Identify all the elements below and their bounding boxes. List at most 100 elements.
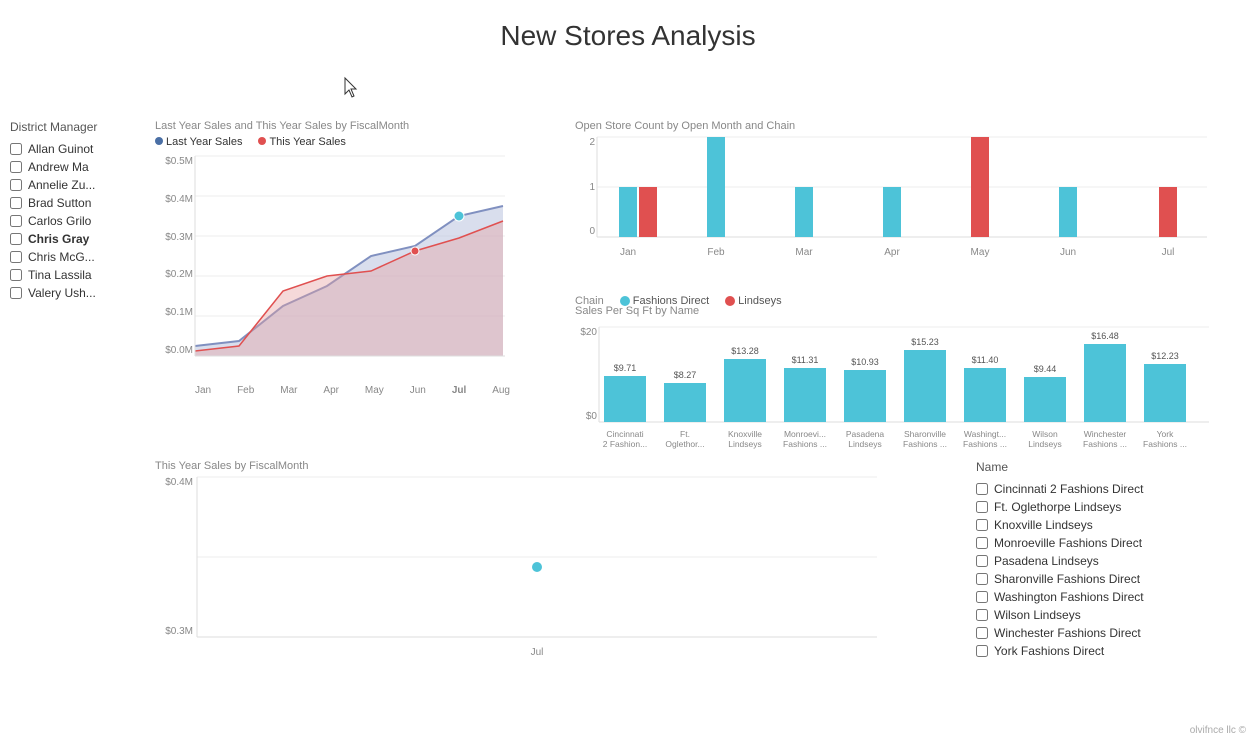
salesperft-ylabels: $20 $0 [575,327,597,422]
svg-text:$11.40: $11.40 [972,355,999,365]
svg-text:Apr: Apr [884,247,900,258]
chart-openstore: Open Store Count by Open Month and Chain… [575,120,1235,290]
svg-text:Fashions ...: Fashions ... [1143,439,1187,449]
sidebar-item-0[interactable]: Allan Guinot [10,142,160,156]
svg-text:Fashions ...: Fashions ... [783,439,827,449]
svg-text:Monroevi...: Monroevi... [784,429,826,439]
chart-salesperft-title: Sales Per Sq Ft by Name [575,305,1235,317]
chart-topleft-area: $0.5M $0.4M $0.3M $0.2M $0.1M $0.0M Jan … [155,156,555,396]
sidebar-item-4[interactable]: Carlos Grilo [10,214,160,228]
svg-text:$10.93: $10.93 [851,357,879,367]
bottom-ylabels: $0.4M $0.3M [155,477,193,637]
salesperft-svg: $9.71 Cincinnati 2 Fashion... $8.27 Ft. … [599,327,1229,457]
name-legend-item-6[interactable]: Washington Fashions Direct [976,590,1236,604]
name-legend-checkbox-6[interactable] [976,591,988,603]
name-legend-label-5: Sharonville Fashions Direct [994,572,1140,586]
sidebar-checkbox-4[interactable] [10,215,22,227]
sidebar-label-0: Allan Guinot [28,142,93,156]
cursor-icon [345,78,361,98]
y-label: $0.1M [155,307,193,318]
svg-text:Washingt...: Washingt... [964,429,1006,439]
name-legend-item-4[interactable]: Pasadena Lindseys [976,554,1236,568]
name-legend-checkbox-5[interactable] [976,573,988,585]
svg-text:Fashions ...: Fashions ... [963,439,1007,449]
sidebar-item-5[interactable]: Chris Gray [10,232,160,246]
svg-text:$8.27: $8.27 [674,370,697,380]
name-legend-label-1: Ft. Oglethorpe Lindseys [994,500,1121,514]
svg-text:Jul: Jul [531,647,544,658]
svg-text:$12.23: $12.23 [1151,351,1179,361]
sidebar-label-1: Andrew Ma [28,160,89,174]
name-legend-checkbox-9[interactable] [976,645,988,657]
page: New Stores Analysis District Manager All… [0,0,1256,738]
svg-text:Wilson: Wilson [1032,429,1058,439]
sidebar-label-3: Brad Sutton [28,196,91,210]
name-legend-checkbox-0[interactable] [976,483,988,495]
name-legend-item-9[interactable]: York Fashions Direct [976,644,1236,658]
footer-text: olvifnce llc © [1190,725,1246,736]
legend-thisyear: This Year Sales [258,136,345,148]
name-legend-checkbox-1[interactable] [976,501,988,513]
name-legend-item-3[interactable]: Monroeville Fashions Direct [976,536,1236,550]
chart-topleft-ylabels: $0.5M $0.4M $0.3M $0.2M $0.1M $0.0M [155,156,193,356]
svg-text:Mar: Mar [795,247,813,258]
sidebar-items: Allan Guinot Andrew Ma Annelie Zu... Brad S… [10,142,160,300]
name-legend-checkbox-7[interactable] [976,609,988,621]
sidebar-checkbox-2[interactable] [10,179,22,191]
sidebar-label-4: Carlos Grilo [28,214,91,228]
name-legend-item-8[interactable]: Winchester Fashions Direct [976,626,1236,640]
svg-text:Ft.: Ft. [680,429,690,439]
openstore-svg: Jan Feb Mar Apr May Jun Jul [597,137,1227,267]
sidebar-item-3[interactable]: Brad Sutton [10,196,160,210]
chart-topleft-xlabels: Jan Feb Mar Apr May Jun Jul Aug [195,385,510,396]
sidebar-item-6[interactable]: Chris McG... [10,250,160,264]
svg-text:May: May [971,247,990,258]
name-legend-title: Name [976,460,1236,474]
y-label: $0.0M [155,345,193,356]
salesperft-area: $20 $0 $9.71 Cincinnati 2 Fashion... $8.… [575,327,1235,457]
svg-text:Winchester: Winchester [1084,429,1127,439]
sidebar-label-8: Valery Ush... [28,286,96,300]
chart-topleft-svg [195,156,555,386]
name-legend-item-2[interactable]: Knoxville Lindseys [976,518,1236,532]
sidebar-item-2[interactable]: Annelie Zu... [10,178,160,192]
svg-text:Lindseys: Lindseys [728,439,762,449]
svg-text:Lindseys: Lindseys [1028,439,1062,449]
sidebar-checkbox-6[interactable] [10,251,22,263]
svg-text:Jun: Jun [1060,247,1076,258]
sidebar-item-8[interactable]: Valery Ush... [10,286,160,300]
sidebar-checkbox-7[interactable] [10,269,22,281]
y-label: $0.2M [155,269,193,280]
sidebar-checkbox-8[interactable] [10,287,22,299]
svg-text:2 Fashion...: 2 Fashion... [603,439,647,449]
sidebar-checkbox-5[interactable] [10,233,22,245]
sidebar-checkbox-0[interactable] [10,143,22,155]
footer: olvifnce llc © [1190,725,1246,736]
chart-bottom-area: $0.4M $0.3M Jul [155,477,915,677]
chart-openstore-title: Open Store Count by Open Month and Chain [575,120,1235,132]
name-legend-item-5[interactable]: Sharonville Fashions Direct [976,572,1236,586]
name-legend-item-7[interactable]: Wilson Lindseys [976,608,1236,622]
name-legend-checkbox-8[interactable] [976,627,988,639]
name-legend-checkbox-2[interactable] [976,519,988,531]
name-legend-item-0[interactable]: Cincinnati 2 Fashions Direct [976,482,1236,496]
svg-text:Jan: Jan [620,247,636,258]
sidebar-item-1[interactable]: Andrew Ma [10,160,160,174]
chart-bottom: This Year Sales by FiscalMonth $0.4M $0.… [155,460,915,700]
name-legend-label-0: Cincinnati 2 Fashions Direct [994,482,1143,496]
name-legend-label-3: Monroeville Fashions Direct [994,536,1142,550]
page-title: New Stores Analysis [0,0,1256,52]
svg-text:Feb: Feb [707,247,725,258]
sidebar-checkbox-1[interactable] [10,161,22,173]
sidebar-label-6: Chris McG... [28,250,95,264]
y-label: $0.4M [155,194,193,205]
chart-openstore-area: 2 1 0 [575,137,1235,267]
sidebar-checkbox-3[interactable] [10,197,22,209]
name-legend-label-6: Washington Fashions Direct [994,590,1144,604]
sidebar: District Manager Allan GuinotAndrew MaAn… [10,120,160,304]
name-legend-checkbox-4[interactable] [976,555,988,567]
name-legend-checkbox-3[interactable] [976,537,988,549]
sidebar-item-7[interactable]: Tina Lassila [10,268,160,282]
name-legend-item-1[interactable]: Ft. Oglethorpe Lindseys [976,500,1236,514]
svg-text:Jul: Jul [1162,247,1175,258]
